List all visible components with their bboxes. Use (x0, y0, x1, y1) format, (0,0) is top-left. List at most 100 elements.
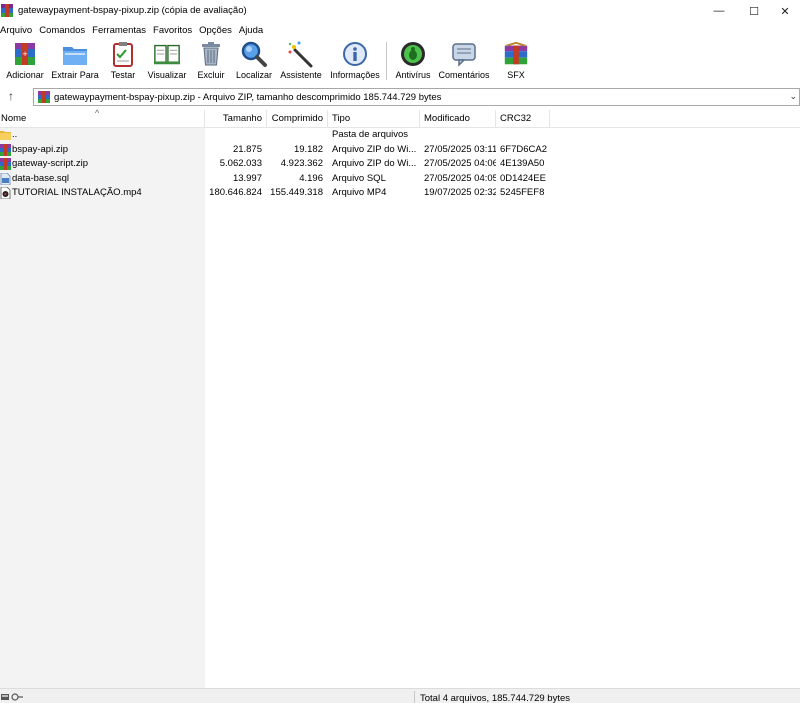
menu-ferramentas[interactable]: Ferramentas (92, 25, 150, 36)
delete-button[interactable]: Excluir (194, 40, 228, 84)
add-archive-icon: + (11, 40, 39, 68)
menu-arquivo[interactable]: Arquivo (0, 25, 36, 36)
test-button[interactable]: Testar (106, 40, 140, 84)
info-button[interactable]: Informações (328, 40, 382, 84)
file-crc: 0D1424EE (500, 172, 546, 184)
file-type: Arquivo ZIP do Wi... (332, 143, 417, 155)
view-button[interactable]: Visualizar (146, 40, 188, 84)
address-dropdown-icon[interactable]: ⌄ (789, 91, 797, 102)
video-file-icon (0, 187, 11, 199)
file-crc: 6F7D6CA2 (500, 143, 547, 155)
file-packed: 4.923.362 (280, 158, 323, 169)
view-label: Visualizar (147, 70, 187, 80)
drive-key-icon (1, 693, 23, 701)
col-modified[interactable]: Modificado (420, 110, 496, 128)
file-packed (267, 128, 323, 143)
menu-ajuda[interactable]: Ajuda (239, 25, 267, 36)
file-name: bspay-api.zip (12, 143, 68, 155)
address-bar[interactable]: gatewaypayment-bspay-pixup.zip - Arquivo… (33, 88, 800, 106)
info-icon (341, 40, 369, 68)
table-row[interactable]: TUTORIAL INSTALAÇÃO.mp4 180.646.824 155.… (0, 186, 800, 201)
sql-file-icon (0, 172, 11, 185)
file-type: Pasta de arquivos (332, 129, 409, 140)
archive-icon (38, 91, 50, 103)
extract-to-button[interactable]: Extrair Para (50, 40, 100, 84)
col-crc[interactable]: CRC32 (496, 110, 550, 128)
status-bar: Total 4 arquivos, 185.744.729 bytes (0, 688, 800, 703)
antivirus-label: Antivírus (395, 70, 431, 80)
status-summary: Total 4 arquivos, 185.744.729 bytes (420, 693, 570, 703)
wizard-label: Assistente (280, 70, 322, 80)
find-button[interactable]: Localizar (234, 40, 274, 84)
folder-icon (0, 131, 11, 140)
col-packed[interactable]: Comprimido (267, 110, 328, 128)
sort-ascending-icon: ^ (95, 108, 100, 118)
table-row[interactable]: data-base.sql 13.997 4.196 Arquivo SQL 2… (0, 172, 800, 187)
col-size[interactable]: Tamanho (205, 110, 267, 128)
col-name[interactable]: Nome ^ (0, 108, 205, 128)
test-label: Testar (110, 70, 136, 80)
list-background (205, 128, 800, 688)
file-list: Nome ^ Tamanho Comprimido Tipo Modificad… (0, 108, 800, 688)
file-name: gateway-script.zip (12, 158, 89, 169)
sfx-label: SFX (507, 70, 525, 80)
file-modified: 19/07/2025 02:32 (424, 187, 496, 198)
menu-comandos[interactable]: Comandos (39, 25, 89, 36)
extract-to-label: Extrair Para (51, 70, 99, 80)
file-modified: 27/05/2025 04:05 (424, 172, 496, 184)
file-size: 180.646.824 (209, 187, 262, 198)
file-size (205, 128, 262, 143)
comments-button[interactable]: Comentários (436, 40, 492, 84)
zip-archive-icon (0, 158, 11, 170)
address-path: gatewaypayment-bspay-pixup.zip - Arquivo… (54, 92, 442, 103)
file-size: 5.062.033 (219, 158, 262, 169)
menu-opcoes[interactable]: Opções (199, 25, 236, 36)
svg-text:+: + (22, 50, 28, 58)
antivirus-bug-icon (399, 40, 427, 68)
close-button[interactable]: ✕ (766, 0, 800, 22)
file-type: Arquivo ZIP do Wi... (332, 158, 417, 169)
minimize-button[interactable]: — (700, 0, 738, 22)
file-name: data-base.sql (12, 172, 70, 184)
file-name: TUTORIAL INSTALAÇÃO.mp4 (12, 187, 142, 198)
menu-favoritos[interactable]: Favoritos (153, 25, 196, 36)
file-modified (424, 128, 496, 143)
sfx-button[interactable]: SFX (498, 40, 534, 84)
wizard-wand-icon (287, 40, 315, 68)
table-row[interactable]: bspay-api.zip 21.875 19.182 Arquivo ZIP … (0, 143, 800, 158)
column-header: Nome ^ Tamanho Comprimido Tipo Modificad… (0, 108, 800, 128)
antivirus-button[interactable]: Antivírus (392, 40, 434, 84)
file-modified: 27/05/2025 04:06 (424, 158, 496, 169)
file-packed: 155.449.318 (270, 187, 323, 198)
add-button[interactable]: + Adicionar (4, 40, 46, 84)
col-type[interactable]: Tipo (328, 110, 420, 128)
info-label: Informações (330, 70, 380, 80)
file-crc (500, 128, 554, 143)
file-packed: 19.182 (293, 143, 323, 155)
address-row: ↑ gatewaypayment-bspay-pixup.zip - Arqui… (0, 86, 800, 108)
table-row[interactable]: gateway-script.zip 5.062.033 4.923.362 A… (0, 157, 800, 172)
extract-folder-icon (61, 40, 89, 68)
trash-icon (197, 40, 225, 68)
file-size: 13.997 (232, 172, 262, 184)
up-folder-button[interactable]: ↑ (4, 89, 18, 103)
table-row[interactable]: .. Pasta de arquivos (0, 128, 800, 143)
view-book-icon (153, 40, 181, 68)
winrar-app-icon (1, 4, 13, 17)
test-clipboard-icon (109, 40, 137, 68)
file-type: Arquivo MP4 (332, 187, 387, 198)
comments-label: Comentários (438, 70, 490, 80)
toolbar-separator (386, 42, 387, 80)
file-crc: 5245FEF8 (500, 187, 545, 198)
window-title: gatewaypayment-bspay-pixup.zip (cópia de… (18, 5, 247, 16)
file-type: Arquivo SQL (332, 172, 386, 184)
wizard-button[interactable]: Assistente (278, 40, 324, 84)
add-label: Adicionar (6, 70, 44, 80)
file-packed: 4.196 (299, 172, 323, 184)
zip-archive-icon (0, 143, 11, 156)
status-divider (414, 691, 415, 703)
magnifier-icon (240, 40, 268, 68)
toolbar: + Adicionar Extrair Para Testar Visualiz… (0, 38, 800, 84)
sfx-archive-icon (502, 40, 530, 68)
title-bar: gatewaypayment-bspay-pixup.zip (cópia de… (0, 0, 800, 22)
